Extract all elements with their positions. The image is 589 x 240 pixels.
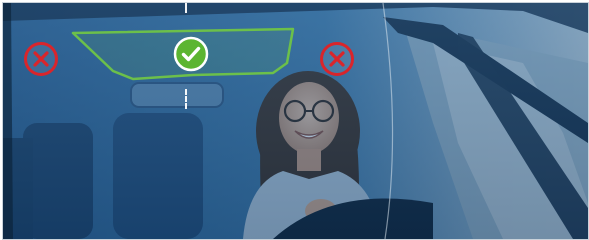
windshield-photo-frame (2, 2, 589, 240)
center-guide-line-middle (185, 89, 187, 109)
center-guide-line-top (185, 3, 187, 13)
x-circle-icon (319, 41, 355, 77)
x-circle-icon (23, 41, 59, 77)
check-circle-icon (173, 36, 209, 72)
windshield-scene (3, 3, 588, 239)
